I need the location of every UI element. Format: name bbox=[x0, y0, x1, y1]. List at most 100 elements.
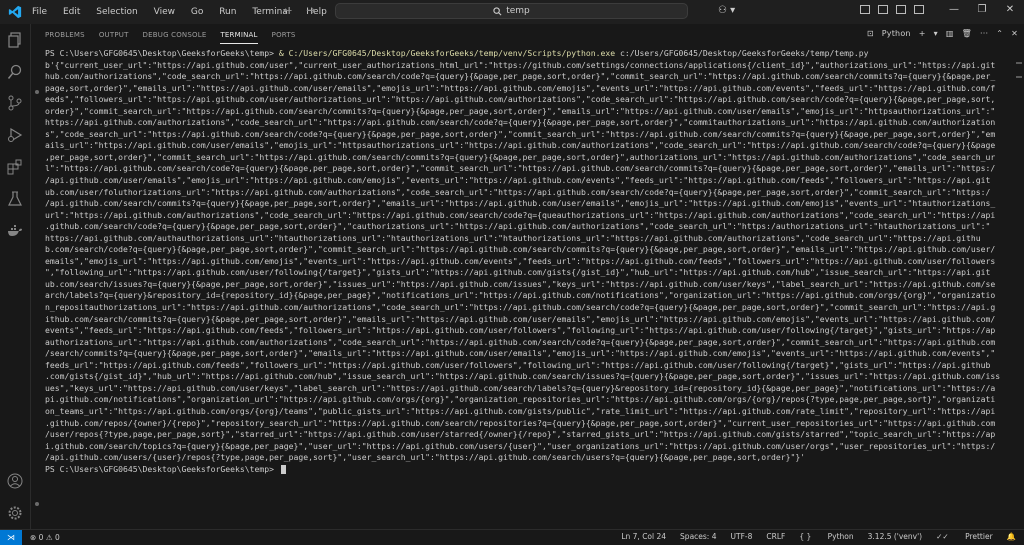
output-line: emails","emojis_url":"https://api.github… bbox=[45, 255, 996, 266]
back-arrow-icon[interactable]: ← bbox=[283, 4, 292, 17]
python-interpreter[interactable]: 3.12.5 ('venv') bbox=[868, 532, 922, 541]
output-line: authorizations_url":"https://api.github.… bbox=[45, 336, 996, 347]
prompt-line: PS C:\Users\GFG0645\Desktop\GeeksforGeek… bbox=[45, 464, 1021, 476]
terminal-profile-label[interactable]: Python bbox=[882, 29, 911, 38]
output-line: url":"https://api.github.com/authorizati… bbox=[45, 209, 996, 220]
terminal-icon: ⊡ bbox=[866, 29, 874, 38]
output-line: pi.github.com/notifications","organizati… bbox=[45, 394, 996, 405]
output-line: /api.github.com/users/{user}/repos{?type… bbox=[45, 452, 806, 463]
output-line: https://api.github.com/authorizations","… bbox=[45, 117, 996, 128]
menu-selection[interactable]: Selection bbox=[96, 7, 137, 17]
output-line: ub.com/user/foluthorizations_url":"https… bbox=[45, 186, 991, 197]
output-line: b.com/search/code?q={query}{&page,per_pa… bbox=[45, 244, 996, 255]
output-line: .github.com/search/code?q={query}{&page,… bbox=[45, 221, 991, 232]
output-line: l":"https://api.github.com/search/code?q… bbox=[45, 163, 996, 174]
output-line: .github.com/repos/{owner}/{repo}","repos… bbox=[45, 417, 996, 428]
remote-indicator-icon[interactable]: ⋊ bbox=[0, 529, 22, 545]
scrollbar-marker bbox=[1016, 76, 1022, 78]
panel-controls: ⊡ Python + ▾ ▥ 🗑 ··· ⌃ ✕ bbox=[859, 29, 1018, 38]
output-line: https://api.github.com/authauthorization… bbox=[45, 232, 981, 243]
menu-go[interactable]: Go bbox=[191, 7, 203, 17]
command-decoration-dot bbox=[35, 502, 39, 506]
customize-layout-icon[interactable] bbox=[914, 5, 924, 14]
output-line: ails_url":"https://api.github.com/user/e… bbox=[45, 140, 996, 151]
output-line: on_teams_url":"https://api.github.com/or… bbox=[45, 405, 996, 416]
command-line: PS C:\Users\GFG0645\Desktop\GeeksforGeek… bbox=[45, 48, 1021, 60]
dropdown-chevron-icon[interactable]: ▾ bbox=[934, 29, 938, 38]
docker-icon[interactable] bbox=[7, 223, 23, 239]
search-sidebar-icon[interactable] bbox=[7, 64, 23, 80]
tab-debug-console[interactable]: DEBUG CONSOLE bbox=[143, 24, 207, 46]
tab-terminal[interactable]: TERMINAL bbox=[220, 24, 258, 46]
terminal-cursor bbox=[280, 464, 286, 474]
tab-ports[interactable]: PORTS bbox=[272, 24, 296, 46]
output-line: page,sort,order}","emails_url":"https://… bbox=[45, 82, 996, 93]
warnings-count: 0 bbox=[54, 532, 60, 542]
toggle-sidebar-icon[interactable] bbox=[860, 5, 870, 14]
layout-controls bbox=[860, 5, 932, 14]
minimize-icon[interactable]: — bbox=[940, 4, 968, 15]
tab-problems[interactable]: PROBLEMS bbox=[45, 24, 85, 46]
errors-count: 0 bbox=[38, 532, 44, 542]
end-of-line[interactable]: CRLF bbox=[766, 532, 785, 541]
terminal-scrollbar[interactable] bbox=[1016, 48, 1022, 518]
title-bar: File Edit Selection View Go Run Terminal… bbox=[0, 0, 1024, 24]
menu-file[interactable]: File bbox=[32, 7, 47, 17]
formatter-label: Prettier bbox=[965, 532, 993, 541]
menu-edit[interactable]: Edit bbox=[63, 7, 80, 17]
kill-terminal-icon[interactable]: 🗑 bbox=[962, 29, 972, 38]
command-executable: & C:/Users/GFG0645/Desktop/GeeksforGeeks… bbox=[278, 48, 616, 58]
activity-bar bbox=[0, 24, 31, 529]
command-decoration-dot bbox=[35, 90, 39, 94]
close-window-icon[interactable]: ✕ bbox=[996, 4, 1024, 15]
toggle-panel-icon[interactable] bbox=[878, 5, 888, 14]
output-line: b'{"current_user_url":"https://api.githu… bbox=[45, 59, 996, 70]
status-right: Ln 7, Col 24 Spaces: 4 UTF-8 CRLF { } Py… bbox=[607, 532, 1016, 541]
vscode-logo-icon bbox=[8, 5, 22, 19]
bottom-panel: PROBLEMS OUTPUT DEBUG CONSOLE TERMINAL P… bbox=[31, 24, 1024, 529]
output-line: events","feeds_url":"https://api.github.… bbox=[45, 325, 996, 336]
menu-run[interactable]: Run bbox=[219, 7, 236, 17]
source-control-icon[interactable] bbox=[7, 95, 23, 111]
output-line: /api.github.com/search/commits?q={query}… bbox=[45, 198, 996, 209]
output-line: n_repositauthorizations_url":"https://ap… bbox=[45, 302, 996, 313]
panel-tabs: PROBLEMS OUTPUT DEBUG CONSOLE TERMINAL P… bbox=[31, 24, 1024, 46]
output-line: /search/commits?q={query}{&page,per_page… bbox=[45, 348, 996, 359]
close-panel-icon[interactable]: ✕ bbox=[1011, 29, 1018, 38]
encoding[interactable]: UTF-8 bbox=[731, 532, 753, 541]
toggle-secondary-sidebar-icon[interactable] bbox=[896, 5, 906, 14]
maximize-panel-icon[interactable]: ⌃ bbox=[996, 29, 1003, 38]
cursor-position[interactable]: Ln 7, Col 24 bbox=[621, 532, 666, 541]
run-debug-icon[interactable] bbox=[7, 127, 23, 143]
prompt-path: PS C:\Users\GFG0645\Desktop\GeeksforGeek… bbox=[45, 48, 275, 58]
testing-icon[interactable] bbox=[7, 191, 23, 207]
prompt-path-final: PS C:\Users\GFG0645\Desktop\GeeksforGeek… bbox=[45, 463, 275, 474]
output-line: arch/labels?q={query}&repository_id={rep… bbox=[45, 290, 996, 301]
formatter-status[interactable]: ✓✓ Prettier bbox=[936, 532, 993, 541]
tab-output[interactable]: OUTPUT bbox=[99, 24, 129, 46]
explorer-icon[interactable] bbox=[7, 32, 23, 48]
forward-arrow-icon[interactable]: → bbox=[306, 4, 315, 17]
account-icon[interactable] bbox=[7, 473, 23, 489]
output-line: ","following_url":"https://api.github.co… bbox=[45, 267, 991, 278]
output-line: ,per_page,sort,order}","commit_search_ur… bbox=[45, 151, 996, 162]
problems-status[interactable]: ⊗ 0 ⚠ 0 bbox=[30, 533, 60, 542]
output-line: hub.com/authorizations","code_search_url… bbox=[45, 71, 996, 82]
restore-icon[interactable]: ❐ bbox=[968, 4, 996, 15]
command-center-search[interactable]: temp bbox=[335, 3, 688, 19]
menu-view[interactable]: View bbox=[154, 7, 175, 17]
extensions-icon[interactable] bbox=[7, 159, 23, 175]
language-mode[interactable]: { } Python bbox=[799, 532, 853, 541]
terminal-output[interactable]: PS C:\Users\GFG0645\Desktop\GeeksforGeek… bbox=[31, 48, 1021, 518]
language-label: Python bbox=[827, 532, 854, 541]
output-block: b'{"current_user_url":"https://api.githu… bbox=[45, 60, 1021, 464]
settings-gear-icon[interactable] bbox=[7, 505, 23, 521]
output-line: ues","keys_url":"https://api.github.com/… bbox=[45, 382, 996, 393]
split-terminal-icon[interactable]: ▥ bbox=[946, 29, 954, 38]
copilot-icon[interactable]: ⚇ ▾ bbox=[718, 5, 735, 16]
navigation-arrows: ← → bbox=[283, 4, 329, 17]
new-terminal-icon[interactable]: + bbox=[919, 29, 926, 38]
notifications-bell-icon[interactable]: 🔔 bbox=[1007, 532, 1016, 541]
indentation[interactable]: Spaces: 4 bbox=[680, 532, 716, 541]
more-actions-icon[interactable]: ··· bbox=[980, 29, 988, 38]
